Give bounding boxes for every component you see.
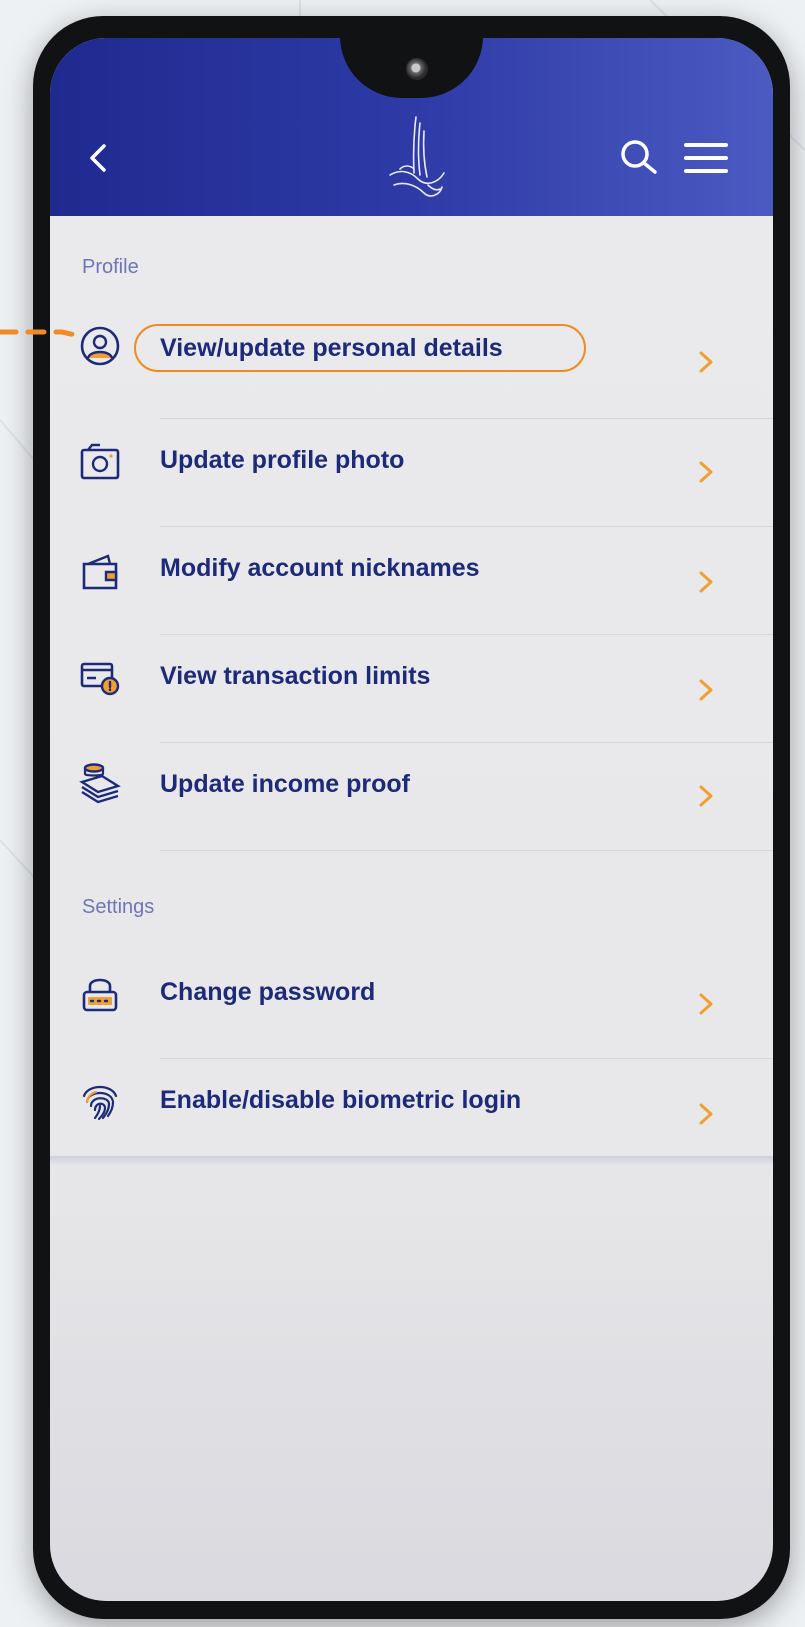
menu-item-label: Update profile photo <box>160 446 405 474</box>
menu-item-label: Change password <box>160 978 376 1006</box>
chevron-right-icon <box>699 993 713 1015</box>
calligraphy-logo-icon <box>389 116 445 197</box>
chevron-right-icon <box>699 679 713 701</box>
menu-item-change-password[interactable]: Change password <box>50 950 773 1058</box>
chevron-right-icon <box>699 1103 713 1125</box>
chevron-right-icon <box>699 351 713 373</box>
chevron-right-icon <box>699 785 713 807</box>
chevron-right-icon <box>699 461 713 483</box>
menu-item-view-transaction-limits[interactable]: View transaction limits <box>50 634 773 742</box>
phone-frame: Profile View/update personal details Upd… <box>33 16 790 1619</box>
menu-item-label: Modify account nicknames <box>160 554 480 582</box>
camera-icon <box>80 443 120 480</box>
section-label-profile: Profile <box>82 256 139 278</box>
divider <box>160 850 773 851</box>
menu-item-label: View transaction limits <box>160 662 431 690</box>
callout-leader-line <box>0 329 83 339</box>
menu-item-modify-account-nicknames[interactable]: Modify account nicknames <box>50 526 773 634</box>
phone-screen: Profile View/update personal details Upd… <box>50 38 773 1601</box>
hamburger-menu-icon[interactable] <box>682 140 730 176</box>
menu-item-enable-disable-biometric-login[interactable]: Enable/disable biometric login <box>50 1058 773 1166</box>
menu-item-label: View/update personal details <box>160 334 503 362</box>
front-camera <box>406 58 428 80</box>
back-button[interactable] <box>80 138 116 178</box>
search-icon[interactable] <box>617 136 661 180</box>
section-label-settings: Settings <box>82 896 155 918</box>
menu-item-view-update-personal-details[interactable]: View/update personal details <box>50 294 773 402</box>
menu-item-label: Update income proof <box>160 770 411 798</box>
card-limit-icon <box>80 662 120 696</box>
list-bottom-shadow <box>50 1156 773 1166</box>
wallet-icon <box>82 554 118 590</box>
lock-password-icon <box>82 978 118 1012</box>
menu-item-update-profile-photo[interactable]: Update profile photo <box>50 418 773 526</box>
menu-item-update-income-proof[interactable]: Update income proof <box>50 742 773 850</box>
fingerprint-icon <box>82 1085 118 1121</box>
money-stack-icon <box>79 763 121 804</box>
chevron-left-icon <box>90 144 106 172</box>
menu-item-label: Enable/disable biometric login <box>160 1086 522 1114</box>
chevron-right-icon <box>699 571 713 593</box>
